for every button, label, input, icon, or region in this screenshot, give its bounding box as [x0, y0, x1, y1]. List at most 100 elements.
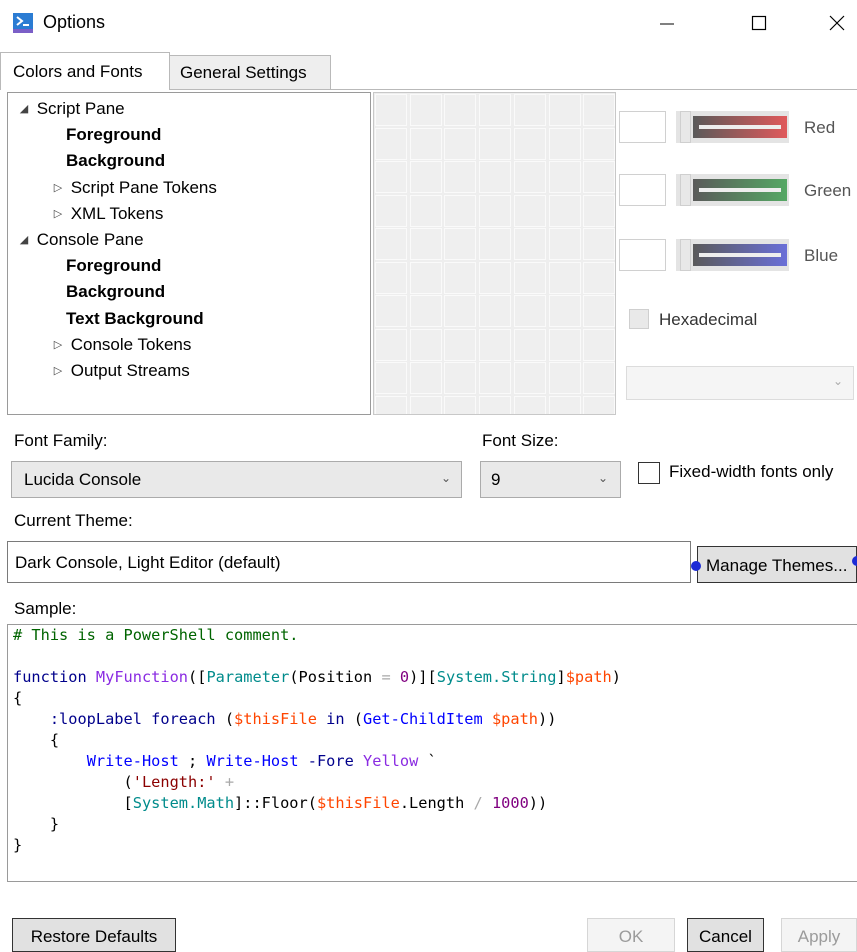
color-name-combo[interactable]: ⌄	[626, 366, 854, 400]
color-swatch[interactable]	[375, 362, 407, 394]
color-swatch[interactable]	[548, 94, 581, 126]
color-swatch[interactable]	[375, 295, 407, 327]
color-swatch[interactable]	[513, 194, 546, 227]
color-swatch[interactable]	[513, 328, 546, 361]
color-swatch[interactable]	[548, 127, 581, 160]
green-slider-thumb[interactable]	[680, 174, 691, 206]
tree-item[interactable]: Text Background	[66, 306, 204, 332]
tree-item[interactable]: ▷ XML Tokens	[50, 201, 164, 227]
color-swatch[interactable]	[375, 94, 407, 126]
tab-colors-and-fonts[interactable]: Colors and Fonts	[0, 52, 170, 90]
color-swatch[interactable]	[548, 328, 581, 361]
color-swatch[interactable]	[444, 295, 477, 327]
tree-item[interactable]: ▷ Script Pane Tokens	[50, 175, 217, 201]
tree-item[interactable]: ◢ Console Pane	[16, 227, 144, 253]
color-swatch[interactable]	[513, 127, 546, 160]
color-swatch[interactable]	[479, 127, 512, 160]
color-swatch[interactable]	[479, 94, 512, 126]
color-swatch[interactable]	[479, 362, 512, 394]
tree-item[interactable]: ▷ Output Streams	[50, 358, 190, 384]
color-swatch[interactable]	[444, 228, 477, 260]
color-swatch-grid[interactable]	[373, 92, 616, 415]
tree-item[interactable]: ▷ Console Tokens	[50, 332, 192, 358]
color-swatch[interactable]	[409, 194, 442, 227]
color-swatch[interactable]	[583, 395, 615, 414]
color-swatch[interactable]	[444, 127, 477, 160]
color-swatch[interactable]	[444, 94, 477, 126]
color-swatch[interactable]	[444, 194, 477, 227]
color-swatch[interactable]	[583, 228, 615, 260]
color-swatch[interactable]	[375, 161, 407, 193]
color-swatch[interactable]	[479, 295, 512, 327]
expand-arrow-icon[interactable]: ▷	[50, 358, 66, 384]
expand-arrow-icon[interactable]: ▷	[50, 201, 66, 227]
color-swatch[interactable]	[513, 395, 546, 414]
color-swatch[interactable]	[479, 194, 512, 227]
color-swatch[interactable]	[409, 395, 442, 414]
color-swatch[interactable]	[479, 161, 512, 193]
color-swatch[interactable]	[409, 127, 442, 160]
color-swatch[interactable]	[548, 228, 581, 260]
color-swatch[interactable]	[513, 261, 546, 294]
color-swatch[interactable]	[583, 194, 615, 227]
font-size-select[interactable]: 9 ⌄	[480, 461, 621, 498]
color-swatch[interactable]	[583, 261, 615, 294]
color-swatch[interactable]	[444, 362, 477, 394]
color-swatch[interactable]	[513, 228, 546, 260]
font-family-select[interactable]: Lucida Console ⌄	[11, 461, 462, 498]
color-swatch[interactable]	[409, 328, 442, 361]
color-swatch[interactable]	[409, 161, 442, 193]
minimize-button[interactable]	[644, 6, 690, 40]
color-swatch[interactable]	[583, 161, 615, 193]
color-swatch[interactable]	[583, 328, 615, 361]
blue-slider[interactable]	[676, 239, 789, 271]
color-swatch[interactable]	[548, 194, 581, 227]
hexadecimal-checkbox[interactable]	[629, 309, 649, 329]
color-swatch[interactable]	[513, 161, 546, 193]
color-swatch[interactable]	[548, 295, 581, 327]
expand-arrow-icon[interactable]: ▷	[50, 332, 66, 358]
red-value-input[interactable]	[619, 111, 666, 143]
color-swatch[interactable]	[409, 228, 442, 260]
color-swatch[interactable]	[444, 395, 477, 414]
blue-value-input[interactable]	[619, 239, 666, 271]
color-swatch[interactable]	[583, 295, 615, 327]
color-swatch[interactable]	[409, 295, 442, 327]
tree-item[interactable]: Background	[66, 279, 165, 305]
color-swatch[interactable]	[444, 261, 477, 294]
red-slider-thumb[interactable]	[680, 111, 691, 143]
color-swatch[interactable]	[513, 362, 546, 394]
color-swatch[interactable]	[375, 328, 407, 361]
color-swatch[interactable]	[479, 395, 512, 414]
color-swatch[interactable]	[583, 127, 615, 160]
green-slider[interactable]	[676, 174, 789, 206]
color-swatch[interactable]	[513, 295, 546, 327]
color-swatch[interactable]	[548, 395, 581, 414]
color-swatch[interactable]	[444, 161, 477, 193]
color-swatch[interactable]	[409, 362, 442, 394]
color-swatch[interactable]	[479, 228, 512, 260]
color-swatch[interactable]	[375, 127, 407, 160]
color-swatch[interactable]	[548, 362, 581, 394]
tree-item[interactable]: Foreground	[66, 122, 161, 148]
color-swatch[interactable]	[375, 261, 407, 294]
color-swatch[interactable]	[444, 328, 477, 361]
expand-arrow-icon[interactable]: ▷	[50, 175, 66, 201]
tree-item[interactable]: Background	[66, 148, 165, 174]
color-swatch[interactable]	[548, 261, 581, 294]
maximize-button[interactable]	[736, 6, 782, 40]
fixed-width-checkbox[interactable]	[638, 462, 660, 484]
color-swatch[interactable]	[479, 328, 512, 361]
collapse-arrow-icon[interactable]: ◢	[16, 227, 32, 253]
color-swatch[interactable]	[583, 94, 615, 126]
collapse-arrow-icon[interactable]: ◢	[16, 96, 32, 122]
tab-general-settings[interactable]: General Settings	[169, 55, 331, 89]
red-slider[interactable]	[676, 111, 789, 143]
color-swatch[interactable]	[375, 395, 407, 414]
close-button[interactable]	[814, 6, 857, 40]
color-swatch[interactable]	[375, 228, 407, 260]
color-swatch[interactable]	[513, 94, 546, 126]
color-swatch[interactable]	[409, 261, 442, 294]
color-swatch[interactable]	[409, 94, 442, 126]
color-swatch[interactable]	[583, 362, 615, 394]
